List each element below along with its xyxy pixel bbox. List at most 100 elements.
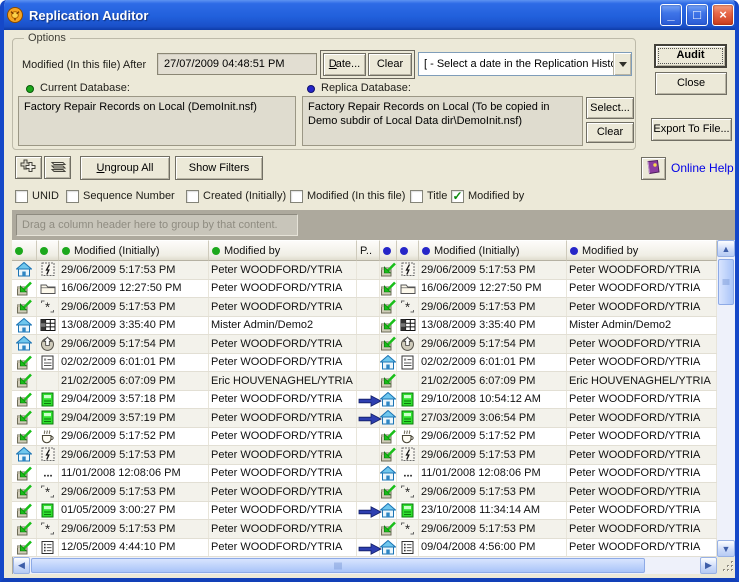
table-row[interactable]: 13/08/2009 3:35:40 PMMister Admin/Demo21… xyxy=(12,317,717,336)
column-header[interactable] xyxy=(380,240,397,261)
window-title: Replication Auditor xyxy=(29,8,148,23)
column-header[interactable]: Modified by xyxy=(567,240,717,261)
expand-all-button[interactable] xyxy=(15,156,42,179)
table-row[interactable]: 12/05/2009 4:44:10 PMPeter WOODFORD/YTRI… xyxy=(12,539,717,558)
column-header[interactable] xyxy=(397,240,419,261)
column-headers: Modified (Initially)Modified byP..Modifi… xyxy=(12,240,717,261)
filter-checkbox-modified-in-this-file-[interactable] xyxy=(290,190,303,203)
export-to-file-button[interactable]: Export To File... xyxy=(651,118,732,141)
scroll-down-button[interactable]: ▼ xyxy=(717,540,735,557)
clear-date-button[interactable]: Clear xyxy=(368,53,412,76)
dropdown-button[interactable] xyxy=(613,53,631,75)
box-icon xyxy=(12,483,37,501)
filter-label: Modified by xyxy=(468,190,524,202)
close-window-button[interactable]: × xyxy=(712,4,734,26)
title-bar[interactable]: Replication Auditor _ □ × xyxy=(0,0,739,30)
dots-icon: ... xyxy=(397,465,419,483)
modified-after-field[interactable]: 27/07/2009 04:48:51 PM xyxy=(157,53,317,75)
box-icon xyxy=(380,483,397,501)
table-row[interactable]: 29/04/2009 3:57:18 PMPeter WOODFORD/YTRI… xyxy=(12,391,717,410)
group-by-dropzone[interactable]: Drag a column header here to group by th… xyxy=(16,214,298,236)
table-row[interactable]: 02/02/2009 6:01:01 PMPeter WOODFORD/YTRI… xyxy=(12,354,717,373)
online-help-button[interactable] xyxy=(641,157,666,180)
table-row[interactable]: 29/06/2009 5:17:54 PMPeter WOODFORD/YTRI… xyxy=(12,335,717,354)
cell-lby: Peter WOODFORD/YTRIA xyxy=(209,428,357,446)
house-icon xyxy=(380,354,397,372)
replication-auditor-window: Replication Auditor _ □ × Options Modifi… xyxy=(0,0,739,582)
cell-rby: Peter WOODFORD/YTRIA xyxy=(567,502,717,520)
cell-ldate: 29/06/2009 5:17:53 PM xyxy=(59,446,209,464)
date-button[interactable]: Date... xyxy=(323,53,366,76)
filter-checkbox-unid[interactable] xyxy=(15,190,28,203)
cell-rdate: 29/06/2009 5:17:53 PM xyxy=(419,446,567,464)
column-header[interactable] xyxy=(12,240,37,261)
online-help-link[interactable]: Online Help xyxy=(671,161,734,175)
expand-plus-icon xyxy=(20,158,38,177)
table-row[interactable]: 29/06/2009 5:17:52 PMPeter WOODFORD/YTRI… xyxy=(12,428,717,447)
current-db-label: Current Database: xyxy=(40,82,130,94)
table-row[interactable]: 16/06/2009 12:27:50 PMPeter WOODFORD/YTR… xyxy=(12,280,717,299)
date-button-label: ate... xyxy=(336,58,360,70)
vertical-scroll-thumb[interactable] xyxy=(718,259,734,305)
table-row[interactable]: 01/05/2009 3:00:27 PMPeter WOODFORD/YTRI… xyxy=(12,502,717,521)
collapse-all-button[interactable] xyxy=(44,156,71,179)
vertical-scrollbar[interactable]: ▲ ▼ xyxy=(717,240,735,557)
history-dropdown[interactable]: [ - Select a date in the Replication His… xyxy=(418,52,632,76)
scroll-up-button[interactable]: ▲ xyxy=(717,240,735,257)
horizontal-scrollbar[interactable]: ◀ ▶ xyxy=(13,557,717,574)
audit-button[interactable]: Audit xyxy=(654,44,727,68)
cell-rby: Peter WOODFORD/YTRIA xyxy=(567,335,717,353)
table-row[interactable]: 21/02/2005 6:07:09 PMEric HOUVENAGHEL/YT… xyxy=(12,372,717,391)
filter-checkbox-created-initially-[interactable] xyxy=(186,190,199,203)
table-row[interactable]: *29/06/2009 5:17:53 PMPeter WOODFORD/YTR… xyxy=(12,483,717,502)
house-icon xyxy=(380,502,397,520)
show-filters-button[interactable]: Show Filters xyxy=(175,156,263,180)
cell-rby: Peter WOODFORD/YTRIA xyxy=(567,409,717,427)
table-row[interactable]: 29/06/2009 5:17:53 PMPeter WOODFORD/YTRI… xyxy=(12,446,717,465)
filter-label: Modified (In this file) xyxy=(307,190,405,202)
column-bullet-icon xyxy=(383,247,391,255)
scroll-left-button[interactable]: ◀ xyxy=(13,557,30,574)
form-icon xyxy=(37,446,59,464)
table-row[interactable]: 29/06/2009 5:17:53 PMPeter WOODFORD/YTRI… xyxy=(12,261,717,280)
table-row[interactable]: *29/06/2009 5:17:53 PMPeter WOODFORD/YTR… xyxy=(12,298,717,317)
none-icon xyxy=(397,372,419,390)
cell-lby: Peter WOODFORD/YTRIA xyxy=(209,446,357,464)
scroll-right-button[interactable]: ▶ xyxy=(700,557,717,574)
svg-text:*: * xyxy=(405,485,410,500)
column-bullet-icon xyxy=(422,247,430,255)
table-row[interactable]: *29/06/2009 5:17:53 PMPeter WOODFORD/YTR… xyxy=(12,520,717,539)
folder-icon xyxy=(37,280,59,298)
filter-checkbox-title[interactable] xyxy=(410,190,423,203)
cell-rdate: 29/06/2009 5:17:54 PM xyxy=(419,335,567,353)
box-icon xyxy=(380,261,397,279)
filter-checkbox-sequence-number[interactable] xyxy=(66,190,79,203)
horizontal-scroll-thumb[interactable] xyxy=(31,558,645,573)
cell-ldate: 29/06/2009 5:17:52 PM xyxy=(59,428,209,446)
column-header[interactable]: Modified (Initially) xyxy=(419,240,567,261)
box-icon xyxy=(380,298,397,316)
cell-ldate: 29/04/2009 3:57:19 PM xyxy=(59,409,209,427)
filter-checkbox-modified-by[interactable]: ✓ xyxy=(451,190,464,203)
column-header[interactable] xyxy=(37,240,59,261)
column-header-label: Modified by xyxy=(582,245,638,257)
box-icon xyxy=(12,520,37,538)
table-row[interactable]: ...11/01/2008 12:08:06 PMPeter WOODFORD/… xyxy=(12,465,717,484)
clear-replica-button[interactable]: Clear xyxy=(586,122,634,143)
table-row[interactable]: 29/04/2009 3:57:19 PM Peter WOODFORD/YTRI… xyxy=(12,409,717,428)
close-button[interactable]: Close xyxy=(655,72,727,95)
ungroup-all-button[interactable]: Ungroup All xyxy=(80,156,170,180)
cell-rby: Peter WOODFORD/YTRIA xyxy=(567,428,717,446)
cell-ldate: 21/02/2005 6:07:09 PM xyxy=(59,372,209,390)
select-replica-button[interactable]: Select... xyxy=(586,97,634,119)
column-header[interactable]: Modified (Initially) xyxy=(59,240,209,261)
minimize-button[interactable]: _ xyxy=(660,4,682,26)
resize-grip[interactable] xyxy=(722,560,735,573)
presence-cell xyxy=(357,280,380,298)
column-header[interactable]: P.. xyxy=(357,240,380,261)
column-header[interactable]: Modified by xyxy=(209,240,357,261)
maximize-button[interactable]: □ xyxy=(686,4,708,26)
house-icon xyxy=(12,446,37,464)
none-icon xyxy=(37,372,59,390)
box-icon xyxy=(12,409,37,427)
